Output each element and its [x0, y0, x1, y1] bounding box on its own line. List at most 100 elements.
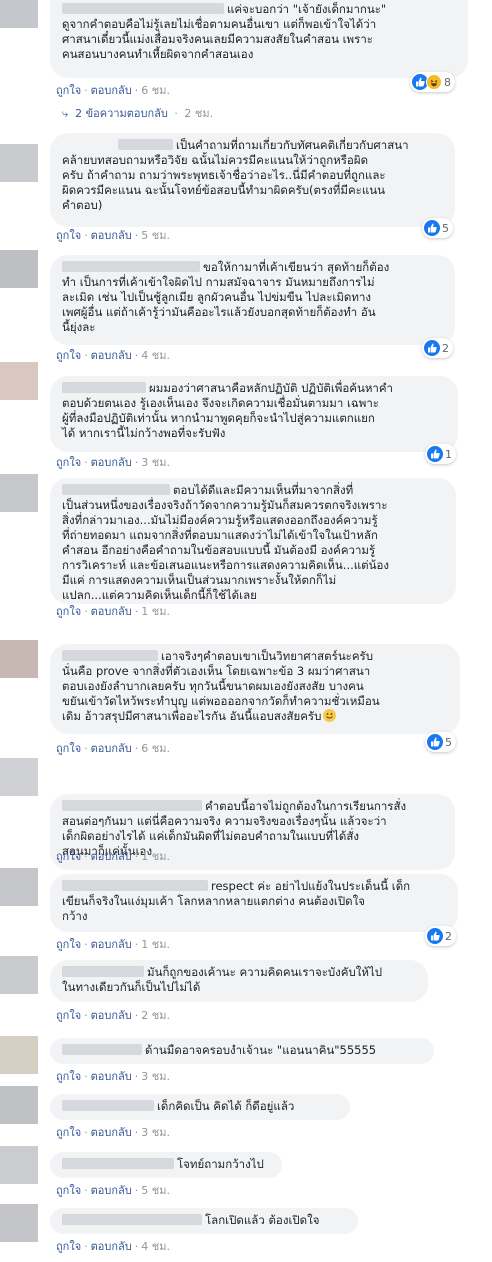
- comment-bubble: เป็นคำถามที่ถามเกี่ยวกับทัศนคติเกี่ยวกับ…: [50, 133, 455, 227]
- comment-text: ตอบได้ดีและมีความเห็นที่มาจากสิ่งที่ เป็…: [62, 483, 390, 602]
- reaction-summary[interactable]: 2: [425, 926, 456, 946]
- avatar[interactable]: [0, 144, 38, 182]
- commenter-name-redacted[interactable]: [62, 382, 146, 393]
- reply-button[interactable]: ตอบกลับ: [91, 1240, 132, 1253]
- commenter-name-redacted[interactable]: [62, 261, 200, 272]
- reply-button[interactable]: ตอบกลับ: [91, 1070, 132, 1083]
- comment-12: โจทย์ถามกว้างไป ถูกใจ · ตอบกลับ · 5 ชม.: [0, 1146, 492, 1202]
- avatar[interactable]: [0, 0, 38, 28]
- like-button[interactable]: ถูกใจ: [56, 938, 81, 951]
- avatar[interactable]: [0, 640, 38, 678]
- commenter-name-redacted[interactable]: [62, 880, 208, 891]
- commenter-name-redacted[interactable]: [118, 139, 173, 150]
- like-button[interactable]: ถูกใจ: [56, 229, 81, 242]
- like-button[interactable]: ถูกใจ: [56, 742, 81, 755]
- comment-timestamp[interactable]: 3 ชม.: [141, 456, 170, 469]
- commenter-name-redacted[interactable]: [62, 484, 170, 495]
- comment-bubble: แค่จะบอกว่า "เจ้ายังเด็กมากนะ" ดูจากคำตอ…: [50, 0, 468, 78]
- like-button[interactable]: ถูกใจ: [56, 1126, 81, 1139]
- commenter-name-redacted[interactable]: [62, 1214, 202, 1225]
- commenter-name-redacted[interactable]: [62, 3, 224, 14]
- reaction-count: 8: [444, 75, 451, 89]
- like-button[interactable]: ถูกใจ: [56, 84, 81, 97]
- comment-text: เป็นคำถามที่ถามเกี่ยวกับทัศนคติเกี่ยวกับ…: [62, 138, 409, 212]
- reply-button[interactable]: ตอบกลับ: [91, 229, 132, 242]
- comment-bubble: ขอให้กามาที่เค้าเขียนว่า สุดท้ายก็ต้อง ท…: [50, 255, 455, 345]
- comment-timestamp[interactable]: 5 ชม.: [141, 229, 170, 242]
- comment-timestamp[interactable]: 1 ชม.: [141, 850, 170, 863]
- like-button[interactable]: ถูกใจ: [56, 1009, 81, 1022]
- comment-3: ขอให้กามาที่เค้าเขียนว่า สุดท้ายก็ต้อง ท…: [0, 250, 492, 370]
- reply-button[interactable]: ตอบกลับ: [91, 1126, 132, 1139]
- reply-arrow-icon: ⤷: [62, 107, 69, 120]
- avatar[interactable]: [0, 758, 38, 796]
- replies-count-label: 2 ข้อความตอบกลับ: [75, 107, 168, 120]
- avatar[interactable]: [0, 1204, 38, 1242]
- reply-button[interactable]: ตอบกลับ: [91, 938, 132, 951]
- comment-timestamp[interactable]: 6 ชม.: [141, 84, 170, 97]
- comment-timestamp[interactable]: 6 ชม.: [141, 742, 170, 755]
- reply-button[interactable]: ตอบกลับ: [91, 605, 132, 618]
- comment-timestamp[interactable]: 5 ชม.: [141, 1184, 170, 1197]
- like-button[interactable]: ถูกใจ: [56, 850, 81, 863]
- comment-bubble: ผมมองว่าศาสนาคือหลักปฏิบัติ ปฏิบัติเพื่อ…: [50, 376, 458, 452]
- reply-button[interactable]: ตอบกลับ: [91, 1184, 132, 1197]
- reply-button[interactable]: ตอบกลับ: [91, 456, 132, 469]
- comment-timestamp[interactable]: 3 ชม.: [141, 1126, 170, 1139]
- like-reaction-icon: [427, 446, 443, 462]
- comment-8: respect ค่ะ อย่าไปแย้งในประเด็นนี้ เด็ก …: [0, 868, 492, 958]
- commenter-name-redacted[interactable]: [62, 650, 158, 661]
- reply-button[interactable]: ตอบกลับ: [91, 84, 132, 97]
- haha-reaction-icon: [426, 74, 442, 90]
- like-button[interactable]: ถูกใจ: [56, 349, 81, 362]
- comment-timestamp[interactable]: 4 ชม.: [141, 1240, 170, 1253]
- comment-actions: ถูกใจ · ตอบกลับ · 6 ชม.: [56, 84, 170, 97]
- commenter-name-redacted[interactable]: [62, 1100, 154, 1111]
- comment-timestamp[interactable]: 3 ชม.: [141, 1070, 170, 1083]
- commenter-name-redacted[interactable]: [62, 1044, 142, 1055]
- comment-bubble: respect ค่ะ อย่าไปแย้งในประเด็นนี้ เด็ก …: [50, 874, 458, 932]
- reply-button[interactable]: ตอบกลับ: [91, 742, 132, 755]
- comment-actions: ถูกใจ · ตอบกลับ · 6 ชม.: [56, 742, 170, 755]
- comment-bubble: โจทย์ถามกว้างไป: [50, 1152, 282, 1178]
- comment-timestamp[interactable]: 1 ชม.: [141, 938, 170, 951]
- commenter-name-redacted[interactable]: [62, 1158, 174, 1169]
- like-button[interactable]: ถูกใจ: [56, 1070, 81, 1083]
- comment-actions: ถูกใจ · ตอบกลับ · 4 ชม.: [56, 349, 170, 362]
- avatar[interactable]: [0, 868, 38, 906]
- avatar[interactable]: [0, 474, 38, 512]
- commenter-name-redacted[interactable]: [62, 800, 202, 811]
- reply-button[interactable]: ตอบกลับ: [91, 1009, 132, 1022]
- reaction-summary[interactable]: 8: [410, 72, 455, 92]
- like-button[interactable]: ถูกใจ: [56, 1184, 81, 1197]
- comment-timestamp[interactable]: 1 ชม.: [141, 605, 170, 618]
- reply-button[interactable]: ตอบกลับ: [91, 850, 132, 863]
- reply-button[interactable]: ตอบกลับ: [91, 349, 132, 362]
- comment-7: คำตอบนี้อาจไม่ถูกต้องในการเรียนการสั่ง ส…: [0, 758, 492, 870]
- avatar[interactable]: [0, 1086, 38, 1124]
- avatar[interactable]: [0, 362, 38, 400]
- comment-9: มันก็ถูกของเค้านะ ความคิดคนเราจะบังคับให…: [0, 956, 492, 1030]
- comment-1: แค่จะบอกว่า "เจ้ายังเด็กมากนะ" ดูจากคำตอ…: [0, 0, 492, 120]
- comment-text: โจทย์ถามกว้างไป: [177, 1157, 264, 1171]
- reaction-summary[interactable]: 1: [425, 444, 456, 464]
- avatar[interactable]: [0, 1146, 38, 1184]
- comment-timestamp[interactable]: 4 ชม.: [141, 349, 170, 362]
- avatar[interactable]: [0, 1036, 38, 1074]
- comment-actions: ถูกใจ · ตอบกลับ · 1 ชม.: [56, 850, 170, 863]
- comment-actions: ถูกใจ · ตอบกลับ · 5 ชม.: [56, 1184, 170, 1197]
- like-button[interactable]: ถูกใจ: [56, 605, 81, 618]
- comment-bubble: เอาจริงๆคำตอบเขาเป็นวิทยาศาสตร์นะครับ นั…: [50, 644, 460, 734]
- comment-timestamp[interactable]: 2 ชม.: [141, 1009, 170, 1022]
- like-button[interactable]: ถูกใจ: [56, 1240, 81, 1253]
- commenter-name-redacted[interactable]: [62, 966, 144, 977]
- reaction-summary[interactable]: 2: [422, 338, 453, 358]
- reaction-summary[interactable]: 5: [425, 732, 456, 752]
- reaction-summary[interactable]: 5: [422, 218, 453, 238]
- view-replies-link[interactable]: ⤷ 2 ข้อความตอบกลับ · 2 ชม.: [62, 107, 213, 121]
- avatar[interactable]: [0, 250, 38, 288]
- comment-text: เด็กคิดเป็น คิดได้ ก็ดีอยู่แล้ว: [157, 1099, 295, 1113]
- like-button[interactable]: ถูกใจ: [56, 456, 81, 469]
- comment-bubble: ตอบได้ดีและมีความเห็นที่มาจากสิ่งที่ เป็…: [50, 478, 456, 604]
- avatar[interactable]: [0, 956, 38, 994]
